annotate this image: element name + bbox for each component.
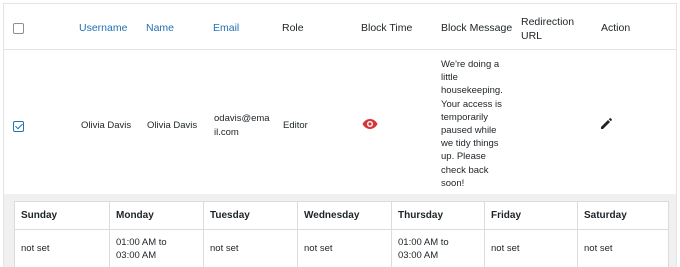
block-message-line: temporarily (441, 111, 488, 123)
day-value: not set (304, 243, 333, 254)
schedule-col-friday: Friday not set (484, 202, 577, 267)
day-value: not set (491, 243, 520, 254)
block-message-line: soon! (441, 177, 465, 189)
row-username: Olivia Davis (81, 120, 132, 131)
row-name: Olivia Davis (147, 120, 198, 131)
day-header: Saturday (578, 202, 668, 230)
block-message-line: Your access is (441, 98, 502, 110)
day-header: Friday (485, 202, 577, 230)
day-value: not set (584, 243, 613, 254)
day-value: not set (210, 243, 239, 254)
column-email[interactable]: Email (213, 21, 239, 35)
block-message-line: housekeeping. (441, 85, 503, 97)
column-block-time: Block Time (361, 22, 413, 34)
column-block-message: Block Message (441, 22, 513, 34)
schedule-col-tuesday: Tuesday not set (203, 202, 297, 267)
row-email: odavis@ema il.com (214, 112, 270, 140)
schedule-panel: Sunday not set Monday 01:00 AM to 03:00 … (4, 194, 676, 267)
table-header: Username Name Email Role Block Time Bloc… (4, 4, 676, 50)
day-value-line1: 01:00 AM to (398, 237, 449, 248)
row-email-line2: il.com (214, 127, 239, 138)
schedule-col-monday: Monday 01:00 AM to 03:00 AM (109, 202, 203, 267)
schedule-col-wednesday: Wednesday not set (297, 202, 391, 267)
schedule-col-saturday: Saturday not set (577, 202, 668, 267)
day-value-line1: 01:00 AM to (116, 237, 167, 248)
column-name[interactable]: Name (146, 21, 174, 35)
block-message-line: We're doing a (441, 59, 500, 70)
column-role: Role (282, 22, 304, 34)
blocked-users-table: Username Name Email Role Block Time Bloc… (3, 3, 677, 267)
day-header: Thursday (392, 202, 484, 230)
day-value: 01:00 AM to 03:00 AM (116, 236, 167, 262)
column-redirection-url: Redirection URL (521, 15, 574, 43)
schedule-col-thursday: Thursday 01:00 AM to 03:00 AM (391, 202, 484, 267)
day-header: Tuesday (204, 202, 297, 230)
day-value: not set (21, 243, 50, 254)
day-header: Sunday (15, 202, 109, 230)
day-value: 01:00 AM to 03:00 AM (398, 236, 449, 262)
schedule-col-sunday: Sunday not set (15, 202, 109, 267)
row-select-checkbox[interactable] (13, 121, 24, 132)
eye-icon[interactable] (362, 117, 378, 135)
column-username[interactable]: Username (79, 21, 127, 35)
day-value-line2: 03:00 AM (116, 250, 157, 261)
block-message-line: little (441, 72, 458, 84)
day-value-line2: 03:00 AM (398, 250, 439, 261)
row-role: Editor (283, 120, 308, 131)
row-email-line1: odavis@ema (214, 113, 270, 124)
column-action: Action (601, 22, 631, 34)
row-block-message: We're doing a little housekeeping. Your … (441, 58, 507, 190)
weekly-schedule-table: Sunday not set Monday 01:00 AM to 03:00 … (14, 201, 669, 267)
column-redirection-url-line2: URL (521, 30, 543, 42)
column-redirection-url-line1: Redirection (521, 16, 575, 28)
pencil-icon[interactable] (600, 117, 612, 135)
select-all-checkbox[interactable] (13, 23, 24, 34)
table-row: Olivia Davis Olivia Davis odavis@ema il.… (4, 51, 676, 194)
block-message-line: paused while (441, 125, 497, 137)
block-message-line: we tidy things (441, 138, 499, 150)
day-header: Monday (110, 202, 203, 230)
day-header: Wednesday (298, 202, 391, 230)
block-message-line: check back (441, 164, 489, 176)
block-message-line: up. Please (441, 151, 486, 163)
